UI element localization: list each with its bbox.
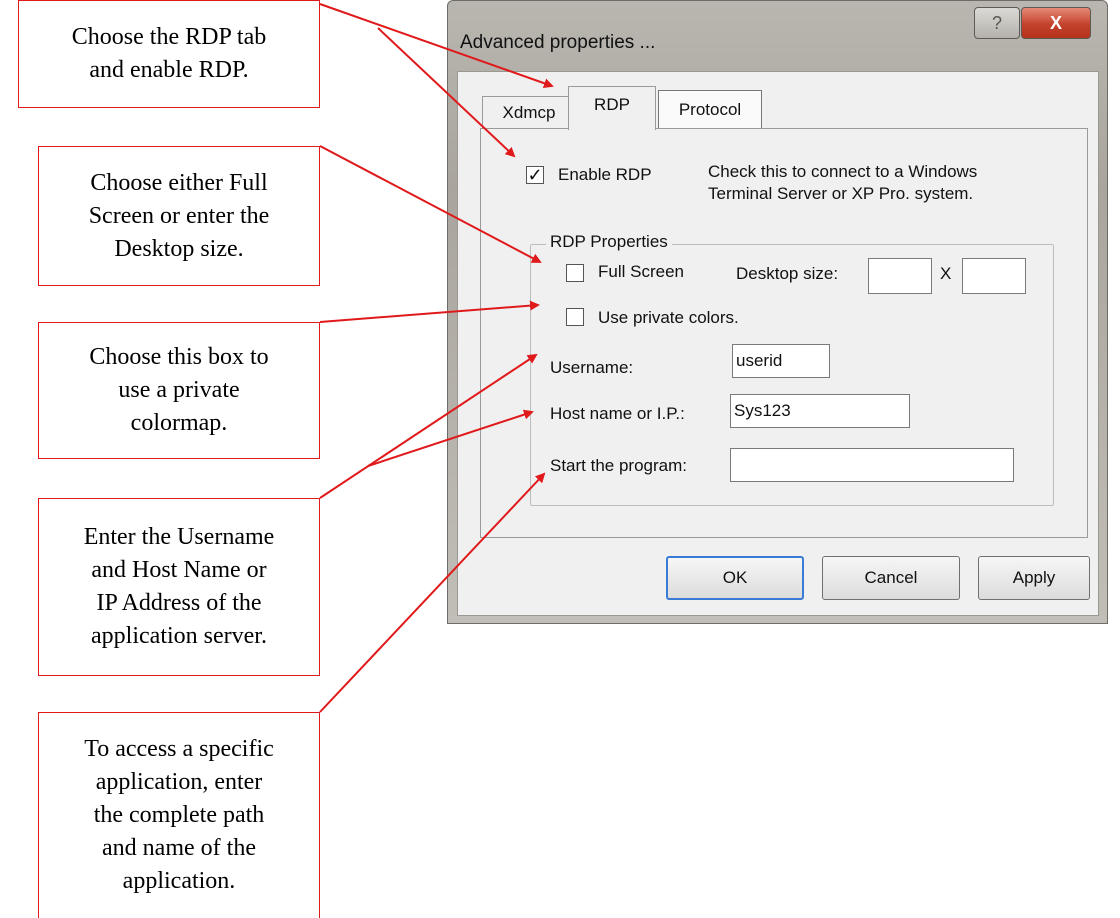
callout-line: use a private	[118, 377, 240, 403]
callout-line: To access a specific	[84, 736, 274, 762]
enable-rdp-checkbox[interactable]: ✓	[526, 166, 544, 184]
full-screen-checkbox[interactable]	[566, 264, 584, 282]
private-colors-checkbox[interactable]	[566, 308, 584, 326]
callout-line: application, enter	[95, 769, 263, 795]
help-icon: ?	[991, 12, 1002, 33]
program-label: Start the program:	[550, 456, 688, 475]
callout-line: colormap.	[130, 410, 228, 436]
callout-line: Desktop size.	[114, 235, 244, 262]
callout-line: Screen or enter the	[88, 202, 270, 229]
rdp-properties-title: RDP Properties	[546, 232, 672, 252]
dialog-client-area: Xdmcp Protocol RDP ✓ Enable RDP Check th…	[457, 71, 1099, 616]
start-program-input[interactable]	[730, 448, 1014, 482]
callout-start-program: To access a specific application, enter …	[38, 712, 320, 918]
callout-line: and enable RDP.	[89, 57, 249, 83]
tab-xdmcp[interactable]: Xdmcp	[482, 96, 576, 128]
private-colors-label[interactable]: Use private colors.	[598, 308, 739, 328]
callout-line: the complete path	[93, 802, 265, 828]
callout-rdp-tab: Choose the RDP tab and enable RDP.	[18, 0, 320, 108]
callout-line: and name of the	[102, 835, 256, 861]
username-input[interactable]: userid	[732, 344, 830, 378]
help-button[interactable]: ?	[974, 7, 1020, 39]
host-input[interactable]: Sys123	[730, 394, 910, 428]
dialog-title: Advanced properties ...	[460, 32, 656, 53]
enable-rdp-label[interactable]: Enable RDP	[558, 165, 652, 185]
desktop-size-label: Desktop size:	[736, 264, 839, 283]
callout-line: application.	[122, 868, 236, 894]
callout-line: and Host Name or	[91, 557, 267, 583]
enable-rdp-hint-line2: Terminal Server or XP Pro. system.	[708, 184, 974, 203]
callout-line: application server.	[91, 623, 267, 649]
full-screen-label[interactable]: Full Screen	[598, 262, 684, 282]
username-label: Username:	[550, 358, 634, 377]
host-label: Host name or I.P.:	[550, 404, 685, 423]
callout-line: Choose either Full	[90, 169, 268, 196]
ok-button[interactable]: OK	[666, 556, 804, 600]
desktop-height-input[interactable]	[962, 258, 1026, 294]
close-button[interactable]: X	[1021, 7, 1091, 39]
close-icon: X	[1049, 12, 1062, 33]
desktop-width-input[interactable]	[868, 258, 932, 294]
callout-line: Enter the Username	[83, 524, 275, 550]
callout-line: Choose this box to	[89, 344, 269, 370]
callout-line: Choose the RDP tab	[71, 24, 267, 50]
tab-protocol[interactable]: Protocol	[658, 90, 762, 128]
advanced-properties-dialog: Advanced properties ... ? X Xdmcp Protoc…	[447, 0, 1108, 624]
apply-button[interactable]: Apply	[978, 556, 1090, 600]
tab-rdp[interactable]: RDP	[568, 86, 656, 130]
cancel-button[interactable]: Cancel	[822, 556, 960, 600]
callout-username-host: Enter the Username and Host Name or IP A…	[38, 498, 320, 676]
callout-private-colors: Choose this box to use a private colorma…	[38, 322, 320, 459]
enable-rdp-hint-line1: Check this to connect to a Windows	[708, 162, 978, 181]
checkmark-icon: ✓	[527, 165, 543, 185]
callout-line: IP Address of the	[96, 590, 262, 616]
size-separator: X	[940, 264, 952, 283]
callout-screen-size: Choose either Full Screen or enter the D…	[38, 146, 320, 286]
